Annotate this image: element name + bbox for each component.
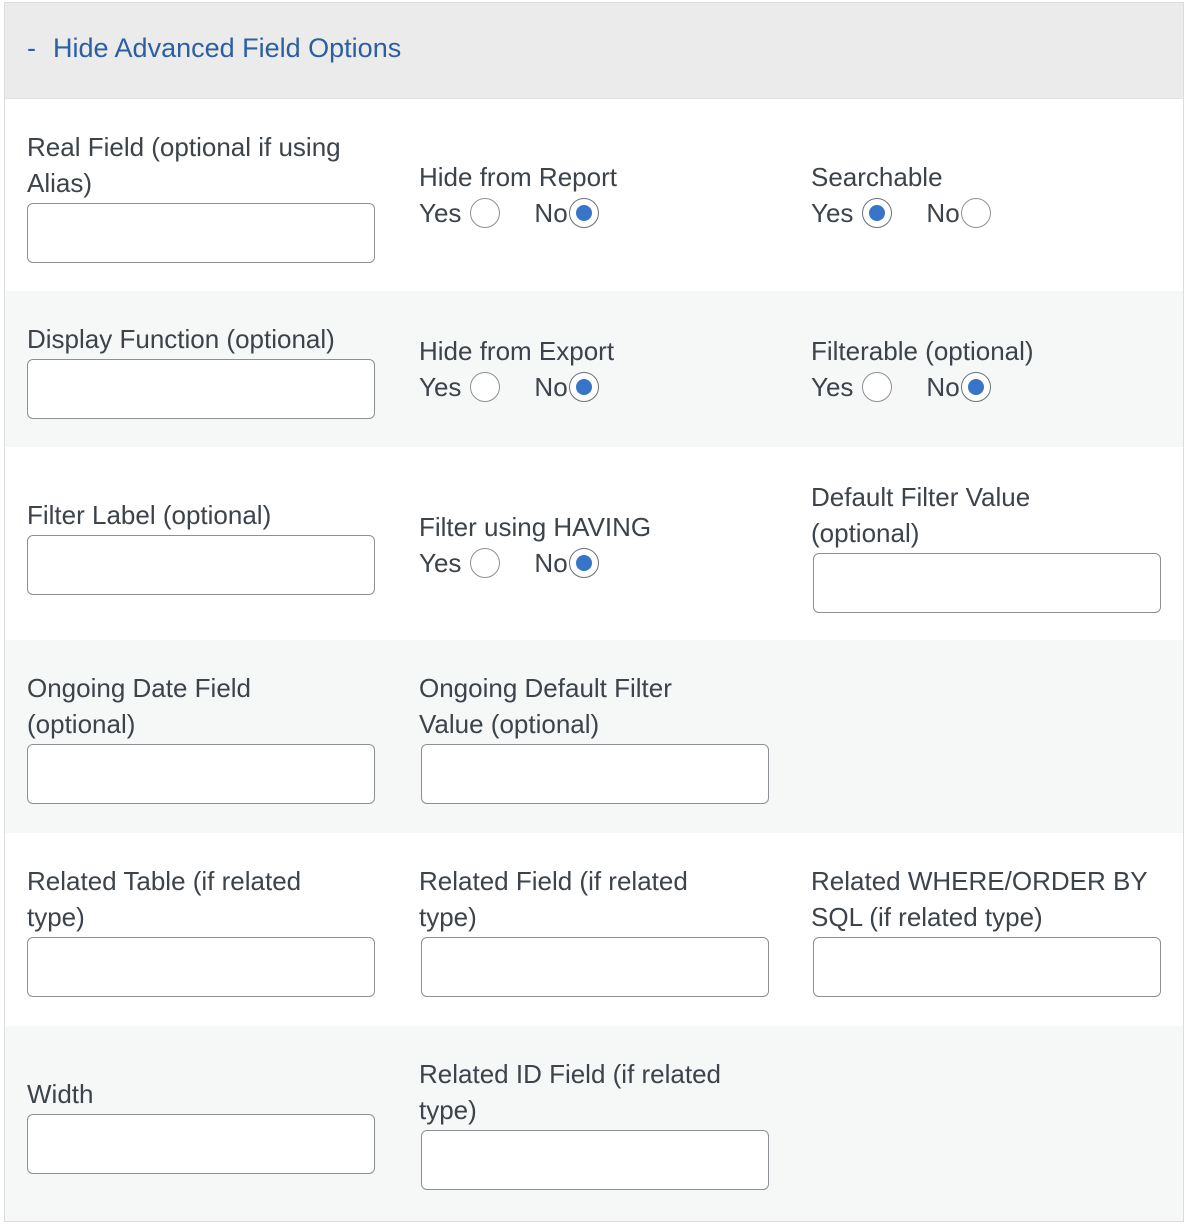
related-where-input[interactable]	[813, 937, 1161, 997]
hide-from-report-no-radio[interactable]	[568, 198, 599, 228]
default-filter-value-input[interactable]	[813, 553, 1161, 613]
options-row-3: Filter Label (optional) Filter using HAV…	[5, 447, 1183, 640]
filterable-no-radio[interactable]	[960, 372, 991, 402]
hide-from-export-yes-radio[interactable]	[470, 372, 501, 402]
ongoing-default-filter-value-group: Ongoing Default Filter Value (optional)	[419, 670, 769, 804]
hide-from-export-no[interactable]: No	[534, 369, 599, 405]
default-filter-value-label: Default Filter Value (optional)	[811, 482, 1031, 548]
ongoing-date-field-input[interactable]	[27, 744, 375, 804]
filter-using-having-group: Filter using HAVING Yes No	[419, 509, 769, 581]
hide-from-report-group: Hide from Report Yes No	[419, 159, 769, 231]
hide-from-export-no-radio[interactable]	[568, 372, 599, 402]
options-row-1: Real Field (optional if using Alias) Hid…	[5, 99, 1183, 291]
related-field-label: Related Field (if related type)	[419, 866, 688, 932]
width-label: Width	[27, 1079, 94, 1109]
hide-advanced-options-toggle[interactable]: - Hide Advanced Field Options	[27, 33, 401, 64]
filterable-label: Filterable (optional)	[811, 336, 1034, 366]
filterable-yes-radio[interactable]	[862, 372, 893, 402]
default-filter-value-group: Default Filter Value (optional)	[811, 479, 1161, 613]
searchable-group: Searchable Yes No	[811, 159, 1161, 231]
related-table-input[interactable]	[27, 937, 375, 997]
related-field-group: Related Field (if related type)	[419, 863, 769, 997]
related-id-field-input[interactable]	[421, 1130, 769, 1190]
hide-from-report-radios: Yes No	[419, 195, 769, 231]
hide-from-export-yes[interactable]: Yes	[419, 369, 501, 405]
searchable-label: Searchable	[811, 162, 943, 192]
display-function-input[interactable]	[27, 359, 375, 419]
real-field-input[interactable]	[27, 203, 375, 263]
filter-using-having-no[interactable]: No	[534, 545, 599, 581]
options-row-4: Ongoing Date Field (optional) Ongoing De…	[5, 640, 1183, 833]
filterable-group: Filterable (optional) Yes No	[811, 333, 1161, 405]
related-where-group: Related WHERE/ORDER BY SQL (if related t…	[811, 863, 1171, 997]
display-function-group: Display Function (optional)	[27, 321, 377, 419]
options-row-2: Display Function (optional) Hide from Ex…	[5, 291, 1183, 447]
searchable-no-radio[interactable]	[960, 198, 991, 228]
related-id-field-label: Related ID Field (if related type)	[419, 1059, 722, 1125]
filter-using-having-yes-radio[interactable]	[470, 548, 501, 578]
filterable-radios: Yes No	[811, 369, 1161, 405]
searchable-yes-radio[interactable]	[862, 198, 893, 228]
related-table-group: Related Table (if related type)	[27, 863, 377, 997]
hide-from-report-no[interactable]: No	[534, 195, 599, 231]
filter-label-label: Filter Label (optional)	[27, 500, 272, 530]
hide-from-export-label: Hide from Export	[419, 336, 615, 366]
filterable-yes[interactable]: Yes	[811, 369, 893, 405]
related-where-label: Related WHERE/ORDER BY SQL (if related t…	[811, 866, 1148, 932]
ongoing-default-filter-value-label: Ongoing Default Filter Value (optional)	[419, 673, 672, 739]
options-row-6: Width Related ID Field (if related type)	[5, 1026, 1183, 1221]
related-field-input[interactable]	[421, 937, 769, 997]
ongoing-default-filter-value-input[interactable]	[421, 744, 769, 804]
filter-using-having-label: Filter using HAVING	[419, 512, 652, 542]
filter-using-having-radios: Yes No	[419, 545, 769, 581]
filter-label-group: Filter Label (optional)	[27, 497, 377, 595]
collapse-icon: -	[27, 33, 36, 63]
options-row-5: Related Table (if related type) Related …	[5, 833, 1183, 1026]
ongoing-date-field-group: Ongoing Date Field (optional)	[27, 670, 377, 804]
panel-header: - Hide Advanced Field Options	[5, 3, 1183, 99]
hide-from-export-group: Hide from Export Yes No	[419, 333, 769, 405]
hide-from-report-yes[interactable]: Yes	[419, 195, 501, 231]
display-function-label: Display Function (optional)	[27, 324, 335, 354]
width-group: Width	[27, 1076, 377, 1174]
filterable-no[interactable]: No	[926, 369, 991, 405]
width-input[interactable]	[27, 1114, 375, 1174]
searchable-yes[interactable]: Yes	[811, 195, 893, 231]
filter-using-having-yes[interactable]: Yes	[419, 545, 501, 581]
filter-label-input[interactable]	[27, 535, 375, 595]
ongoing-date-field-label: Ongoing Date Field (optional)	[27, 673, 252, 739]
real-field-group: Real Field (optional if using Alias)	[27, 129, 377, 263]
real-field-label: Real Field (optional if using Alias)	[27, 132, 341, 198]
advanced-field-options-panel: - Hide Advanced Field Options Real Field …	[4, 2, 1184, 1222]
hide-from-export-radios: Yes No	[419, 369, 769, 405]
hide-from-report-label: Hide from Report	[419, 162, 617, 192]
filter-using-having-no-radio[interactable]	[568, 548, 599, 578]
related-table-label: Related Table (if related type)	[27, 866, 302, 932]
hide-from-report-yes-radio[interactable]	[470, 198, 501, 228]
searchable-no[interactable]: No	[926, 195, 991, 231]
related-id-field-group: Related ID Field (if related type)	[419, 1056, 769, 1190]
toggle-label: Hide Advanced Field Options	[53, 33, 402, 63]
searchable-radios: Yes No	[811, 195, 1161, 231]
